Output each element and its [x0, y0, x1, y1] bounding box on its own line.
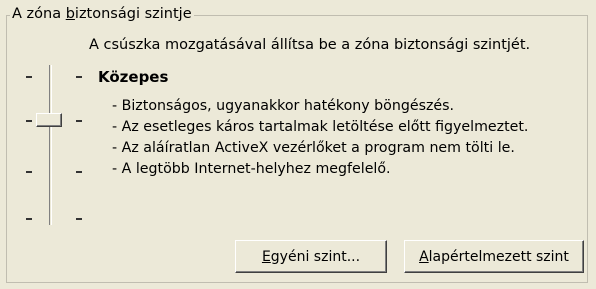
- slider-tick: [76, 171, 82, 173]
- legend-prefix: A zóna: [12, 6, 66, 22]
- groupbox-legend: A zóna biztonsági szintje: [10, 3, 194, 25]
- instruction-text: A csúszka mozgatásával állítsa be a zóna…: [89, 37, 531, 53]
- slider-tick: [76, 120, 82, 122]
- security-level-title: Közepes: [98, 68, 169, 86]
- security-level-slider[interactable]: [20, 60, 90, 230]
- slider-tick: [76, 218, 82, 220]
- default-level-access-key: A: [419, 248, 429, 265]
- default-level-button[interactable]: Alapértelmezett szint: [404, 240, 584, 273]
- level-description-list: - Biztonságos, ugyanakkor hatékony böngé…: [112, 96, 528, 180]
- default-level-label: lapértelmezett szint: [428, 248, 569, 265]
- custom-level-access-key: E: [261, 248, 271, 265]
- legend-access-key: b: [65, 6, 75, 22]
- slider-track: [49, 65, 50, 225]
- slider-tick: [26, 171, 32, 173]
- level-description-item: - Az aláíratlan ActiveX vezérlőket a pro…: [112, 140, 515, 156]
- custom-level-label: gyéni szint...: [270, 248, 361, 265]
- slider-tick: [76, 76, 82, 78]
- slider-tick: [26, 218, 32, 220]
- slider-track-highlight: [51, 65, 52, 225]
- level-description-item: - Biztonságos, ugyanakkor hatékony böngé…: [112, 98, 455, 114]
- slider-tick: [26, 120, 32, 122]
- custom-level-button[interactable]: Egyéni szint...: [235, 240, 387, 273]
- slider-tick: [26, 76, 32, 78]
- legend-suffix: iztonsági szintje: [74, 6, 192, 22]
- level-description-item: - Az esetleges káros tartalmak letöltése…: [112, 119, 529, 135]
- slider-thumb[interactable]: [36, 113, 62, 127]
- level-description-item: - A legtöbb Internet-helyhez megfelelő.: [112, 161, 391, 177]
